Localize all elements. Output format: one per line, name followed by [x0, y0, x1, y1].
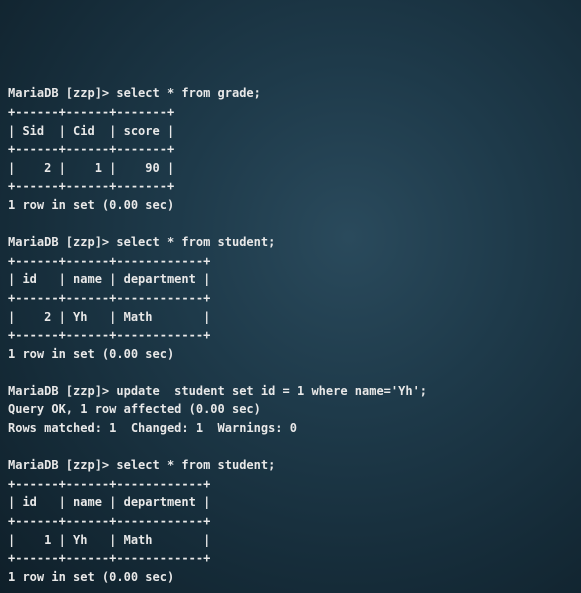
- output-text: | 2 | Yh | Math |: [8, 310, 210, 324]
- output-text: | 2 | 1 | 90 |: [8, 161, 174, 175]
- terminal-line: | 2 | 1 | 90 |: [8, 159, 573, 178]
- command-text: update student set id = 1 where name='Yh…: [116, 384, 427, 398]
- output-text: 1 row in set (0.00 sec): [8, 570, 174, 584]
- terminal-line: 1 row in set (0.00 sec): [8, 568, 573, 587]
- command-text: select * from student;: [116, 458, 275, 472]
- output-text: | 1 | Yh | Math |: [8, 533, 210, 547]
- terminal-line: Rows matched: 1 Changed: 1 Warnings: 0: [8, 419, 573, 438]
- output-text: +------+------+------------+: [8, 477, 210, 491]
- prompt-text: MariaDB [zzp]>: [8, 86, 116, 100]
- command-text: select * from student;: [116, 235, 275, 249]
- output-text: +------+------+-------+: [8, 142, 174, 156]
- terminal-output[interactable]: MariaDB [zzp]> select * from grade; +----…: [8, 84, 573, 593]
- output-text: Rows matched: 1 Changed: 1 Warnings: 0: [8, 421, 297, 435]
- output-text: Query OK, 1 row affected (0.00 sec): [8, 402, 261, 416]
- output-text: +------+------+------------+: [8, 514, 210, 528]
- terminal-line: Query OK, 1 row affected (0.00 sec): [8, 400, 573, 419]
- command-text: select * from grade;: [116, 86, 261, 100]
- prompt-text: MariaDB [zzp]>: [8, 384, 116, 398]
- terminal-line: +------+------+------------+: [8, 475, 573, 494]
- output-text: +------+------+------------+: [8, 551, 210, 565]
- terminal-line: | id | name | department |: [8, 270, 573, 289]
- output-text: 1 row in set (0.00 sec): [8, 347, 174, 361]
- terminal-line: +------+------+------------+: [8, 326, 573, 345]
- output-text: +------+------+------------+: [8, 328, 210, 342]
- terminal-line: MariaDB [zzp]> select * from student;: [8, 456, 573, 475]
- terminal-line: | 2 | Yh | Math |: [8, 308, 573, 327]
- prompt-text: MariaDB [zzp]>: [8, 458, 116, 472]
- terminal-line: | Sid | Cid | score |: [8, 122, 573, 141]
- terminal-line: +------+------+------------+: [8, 549, 573, 568]
- output-text: +------+------+------------+: [8, 254, 210, 268]
- terminal-line: [8, 215, 573, 234]
- terminal-line: MariaDB [zzp]> select * from student;: [8, 233, 573, 252]
- output-text: | id | name | department |: [8, 495, 210, 509]
- terminal-line: | 1 | Yh | Math |: [8, 531, 573, 550]
- output-text: | Sid | Cid | score |: [8, 124, 174, 138]
- terminal-line: +------+------+-------+: [8, 177, 573, 196]
- output-text: +------+------+------------+: [8, 291, 210, 305]
- terminal-line: +------+------+------------+: [8, 289, 573, 308]
- output-text: 1 row in set (0.00 sec): [8, 198, 174, 212]
- terminal-line: +------+------+------------+: [8, 252, 573, 271]
- terminal-line: [8, 363, 573, 382]
- terminal-line: MariaDB [zzp]> update student set id = 1…: [8, 382, 573, 401]
- terminal-line: [8, 438, 573, 457]
- terminal-line: [8, 586, 573, 593]
- output-text: | id | name | department |: [8, 272, 210, 286]
- terminal-line: MariaDB [zzp]> select * from grade;: [8, 84, 573, 103]
- output-text: +------+------+-------+: [8, 179, 174, 193]
- output-text: +------+------+-------+: [8, 105, 174, 119]
- terminal-line: +------+------+-------+: [8, 140, 573, 159]
- terminal-line: 1 row in set (0.00 sec): [8, 196, 573, 215]
- terminal-line: 1 row in set (0.00 sec): [8, 345, 573, 364]
- terminal-line: | id | name | department |: [8, 493, 573, 512]
- prompt-text: MariaDB [zzp]>: [8, 235, 116, 249]
- terminal-line: +------+------+-------+: [8, 103, 573, 122]
- terminal-line: +------+------+------------+: [8, 512, 573, 531]
